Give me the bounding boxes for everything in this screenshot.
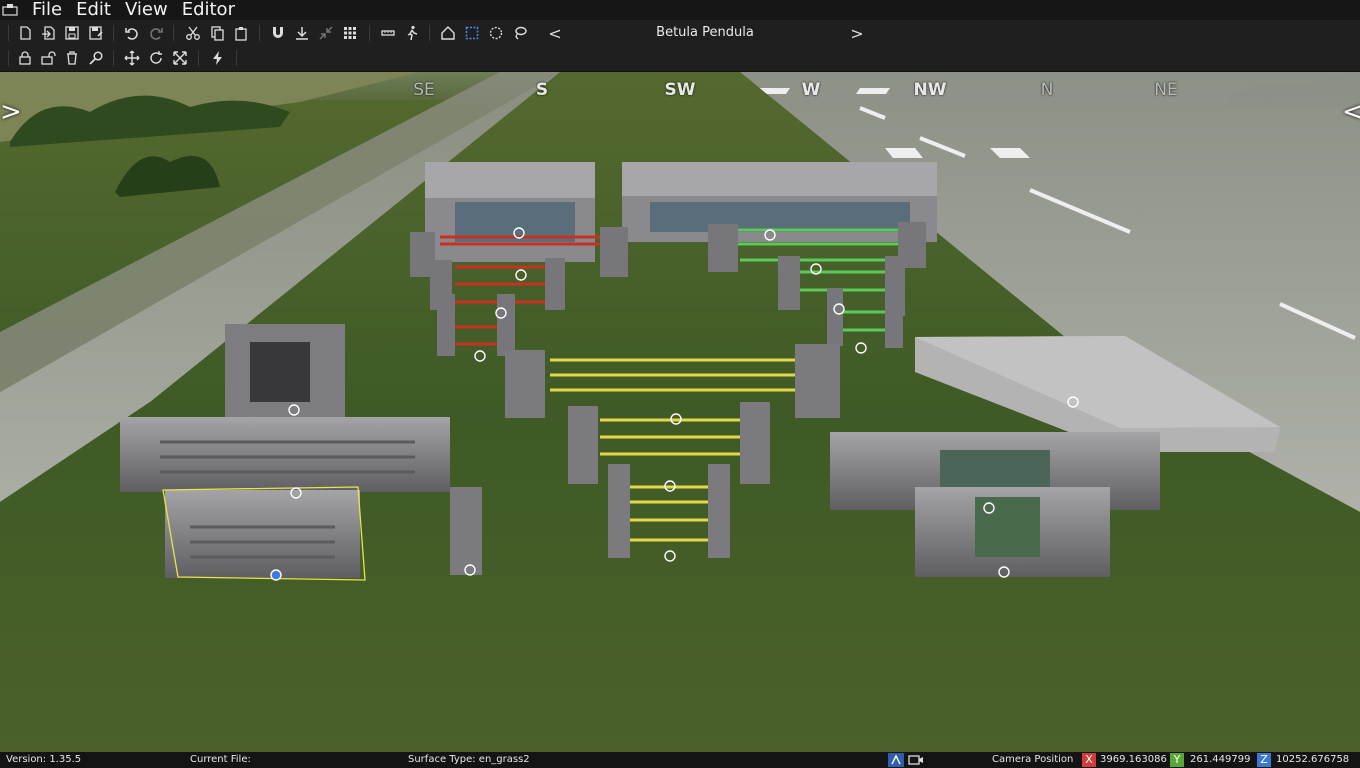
menu-editor[interactable]: Editor (175, 0, 242, 20)
redo-icon[interactable] (146, 23, 166, 43)
compass-nw: NW (913, 80, 947, 100)
camera-z-value: 10252.676758 (1276, 754, 1350, 765)
grid-icon[interactable] (340, 23, 360, 43)
right-panel-toggle[interactable]: < (1342, 98, 1360, 126)
toolbar-separator (8, 25, 9, 41)
lock-icon[interactable] (15, 48, 35, 68)
circle-select-icon[interactable] (486, 23, 506, 43)
toolbar-separator (113, 50, 114, 66)
scale-icon[interactable] (170, 48, 190, 68)
move-icon[interactable] (122, 48, 142, 68)
surface-type-text: Surface Type: en_grass2 (408, 754, 530, 765)
toolbar-separator (236, 50, 237, 66)
status-bar: Version: 1.35.5 Current File: Surface Ty… (0, 752, 1360, 768)
compass-s: S (535, 80, 549, 100)
app-logo-icon (0, 0, 20, 20)
scene-render (0, 72, 1360, 752)
lasso-select-icon[interactable] (510, 23, 530, 43)
compass-w: W (801, 80, 821, 100)
delete-icon[interactable] (62, 48, 82, 68)
drop-to-ground-icon[interactable] (292, 23, 312, 43)
brush-prev-button[interactable]: < (545, 23, 565, 43)
compass-se: SE (413, 80, 435, 100)
magnet-icon[interactable] (268, 23, 288, 43)
measure-icon[interactable] (378, 23, 398, 43)
toolbar-separator (429, 25, 430, 41)
paste-icon[interactable] (231, 23, 251, 43)
toolbar-row-1: < Betula Pendula > (0, 21, 1360, 45)
x-axis-badge: X (1082, 753, 1096, 767)
toolbar-separator (198, 50, 199, 66)
new-file-icon[interactable] (15, 23, 35, 43)
copy-icon[interactable] (207, 23, 227, 43)
brush-selector: < Betula Pendula > (545, 23, 865, 43)
compass-ne: NE (1154, 80, 1178, 100)
box-select-icon[interactable] (462, 23, 482, 43)
z-axis-badge: Z (1257, 753, 1271, 767)
import-icon[interactable] (38, 23, 58, 43)
toolbar-row-2 (0, 46, 1360, 70)
toolbar-separator (173, 25, 174, 41)
compass-n: N (1040, 80, 1054, 100)
save-icon[interactable] (62, 23, 82, 43)
menu-bar: File Edit View Editor (0, 0, 1360, 20)
save-as-icon[interactable] (86, 23, 106, 43)
camera-position-label: Camera Position (992, 754, 1074, 765)
video-camera-icon[interactable] (908, 753, 924, 767)
walk-icon[interactable] (402, 23, 422, 43)
toolbar-separator (369, 25, 370, 41)
collapse-icon[interactable] (316, 23, 336, 43)
toolbar-separator (259, 25, 260, 41)
search-icon[interactable] (86, 48, 106, 68)
camera-mode-icon[interactable] (888, 753, 904, 767)
home-icon[interactable] (438, 23, 458, 43)
rotate-icon[interactable] (146, 48, 166, 68)
menu-file[interactable]: File (20, 0, 69, 20)
lightning-icon[interactable] (208, 48, 228, 68)
brush-next-button[interactable]: > (847, 23, 867, 43)
menu-view[interactable]: View (118, 0, 175, 20)
version-text: Version: 1.35.5 (6, 754, 82, 765)
camera-y-value: 261.449799 (1190, 754, 1251, 765)
toolbar: < Betula Pendula > (0, 20, 1360, 72)
undo-icon[interactable] (122, 23, 142, 43)
toolbar-separator (113, 25, 114, 41)
camera-x-value: 3969.163086 (1100, 754, 1167, 765)
cut-icon[interactable] (183, 23, 203, 43)
compass-sw: SW (664, 80, 696, 100)
left-panel-toggle[interactable]: > (0, 98, 22, 126)
current-file-text: Current File: (190, 754, 251, 765)
menu-edit[interactable]: Edit (69, 0, 118, 20)
unlock-icon[interactable] (38, 48, 58, 68)
3d-viewport[interactable]: SE S SW W NW N NE > < (0, 72, 1360, 752)
brush-name: Betula Pendula (656, 25, 754, 40)
toolbar-separator (8, 50, 9, 66)
y-axis-badge: Y (1170, 753, 1184, 767)
